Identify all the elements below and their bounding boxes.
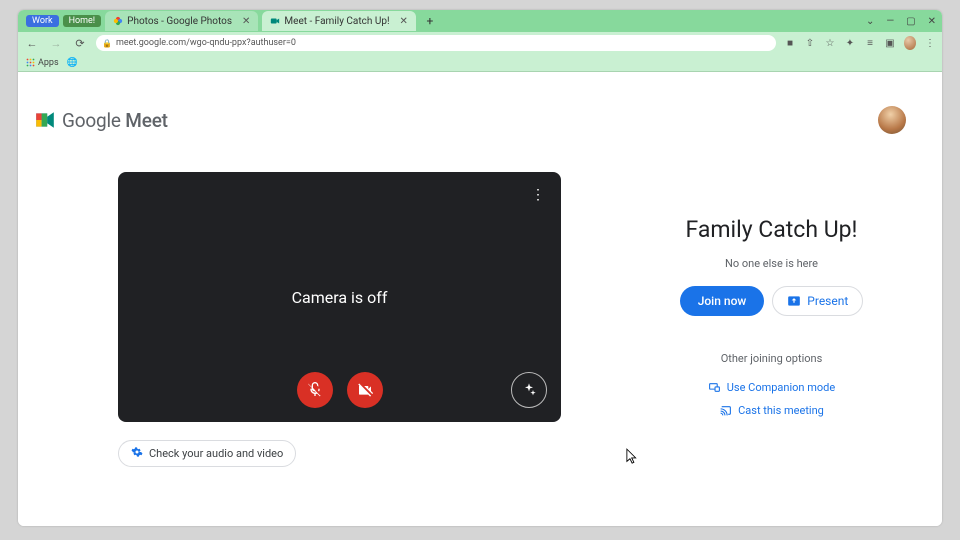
window-controls: ⌄ — ▢ ✕ [866,10,936,32]
profile-avatar-small[interactable] [904,36,916,50]
other-options-heading: Other joining options [721,352,823,365]
new-tab-button[interactable]: + [422,13,438,29]
cast-icon [719,404,732,417]
back-button[interactable]: ← [24,35,40,51]
settings-check-icon [131,446,143,461]
workspace-pill-work[interactable]: Work [26,15,59,27]
close-tab-icon[interactable]: ✕ [400,16,408,27]
tab-label: Photos - Google Photos [127,16,232,27]
camera-status-text: Camera is off [292,288,388,307]
kebab-icon: ⋮ [531,187,545,203]
browser-toolbar: ← → ⟳ 🔒 meet.google.com/wgo-qndu-ppx?aut… [18,32,942,54]
chevron-down-icon[interactable]: ⌄ [866,16,874,27]
globe-bookmark[interactable]: 🌐 [67,58,78,68]
meet-logo-icon [34,111,56,129]
camera-toggle-button[interactable] [347,372,383,408]
apps-label: Apps [38,58,59,68]
extensions-icon[interactable]: ✦ [844,38,856,49]
cast-label: Cast this meeting [738,404,824,417]
meet-brand[interactable]: Google Meet [34,109,168,132]
forward-button[interactable]: → [48,35,64,51]
brand-text: Google Meet [62,109,168,132]
visual-effects-button[interactable] [511,372,547,408]
tab-meet[interactable]: Meet - Family Catch Up! ✕ [262,11,416,31]
apps-grid-icon [26,58,35,67]
present-screen-icon [787,294,801,308]
check-av-label: Check your audio and video [149,447,283,460]
browser-tabstrip: Work Home! Photos - Google Photos ✕ Meet… [18,10,942,32]
minimize-icon[interactable]: — [886,16,894,27]
present-button[interactable]: Present [772,286,863,316]
sparkle-icon [521,382,537,398]
cast-meeting-link[interactable]: Cast this meeting [719,404,824,417]
user-avatar[interactable] [878,106,906,134]
chrome-menu-icon[interactable]: ⋮ [924,38,936,49]
participants-status: No one else is here [725,257,818,270]
tab-label: Meet - Family Catch Up! [284,16,389,27]
mic-off-icon [307,382,323,398]
globe-icon: 🌐 [67,58,78,68]
companion-mode-link[interactable]: Use Companion mode [708,381,835,394]
companion-icon [708,381,721,394]
lock-icon: 🔒 [102,39,112,48]
camera-off-icon [357,382,373,398]
mic-toggle-button[interactable] [297,372,333,408]
tab-photos[interactable]: Photos - Google Photos ✕ [105,11,258,31]
url-text: meet.google.com/wgo-qndu-ppx?authuser=0 [116,38,296,48]
page-content: Google Meet ⋮ Camera is off [18,72,942,526]
companion-label: Use Companion mode [727,381,835,394]
side-panel-icon[interactable]: ▣ [884,38,896,49]
preview-more-options[interactable]: ⋮ [529,186,547,204]
check-audio-video-button[interactable]: Check your audio and video [118,440,296,467]
present-label: Present [807,294,848,308]
close-window-icon[interactable]: ✕ [928,16,936,27]
meeting-title: Family Catch Up! [686,216,858,243]
apps-bookmark[interactable]: Apps [26,58,59,68]
share-icon[interactable]: ⇧ [804,38,816,49]
address-bar[interactable]: 🔒 meet.google.com/wgo-qndu-ppx?authuser=… [96,35,776,51]
bookmark-star-icon[interactable]: ☆ [824,38,836,49]
reload-button[interactable]: ⟳ [72,35,88,51]
video-indicator-icon[interactable]: ■ [784,38,796,49]
photos-favicon-icon [113,16,123,26]
workspace-pill-home[interactable]: Home! [63,15,102,27]
bookmarks-bar: Apps 🌐 [18,54,942,72]
join-now-button[interactable]: Join now [680,286,765,316]
video-preview: ⋮ Camera is off [118,172,561,422]
reading-list-icon[interactable]: ≡ [864,38,876,49]
close-tab-icon[interactable]: ✕ [242,16,250,27]
maximize-icon[interactable]: ▢ [906,16,915,27]
meet-favicon-icon [270,16,280,26]
